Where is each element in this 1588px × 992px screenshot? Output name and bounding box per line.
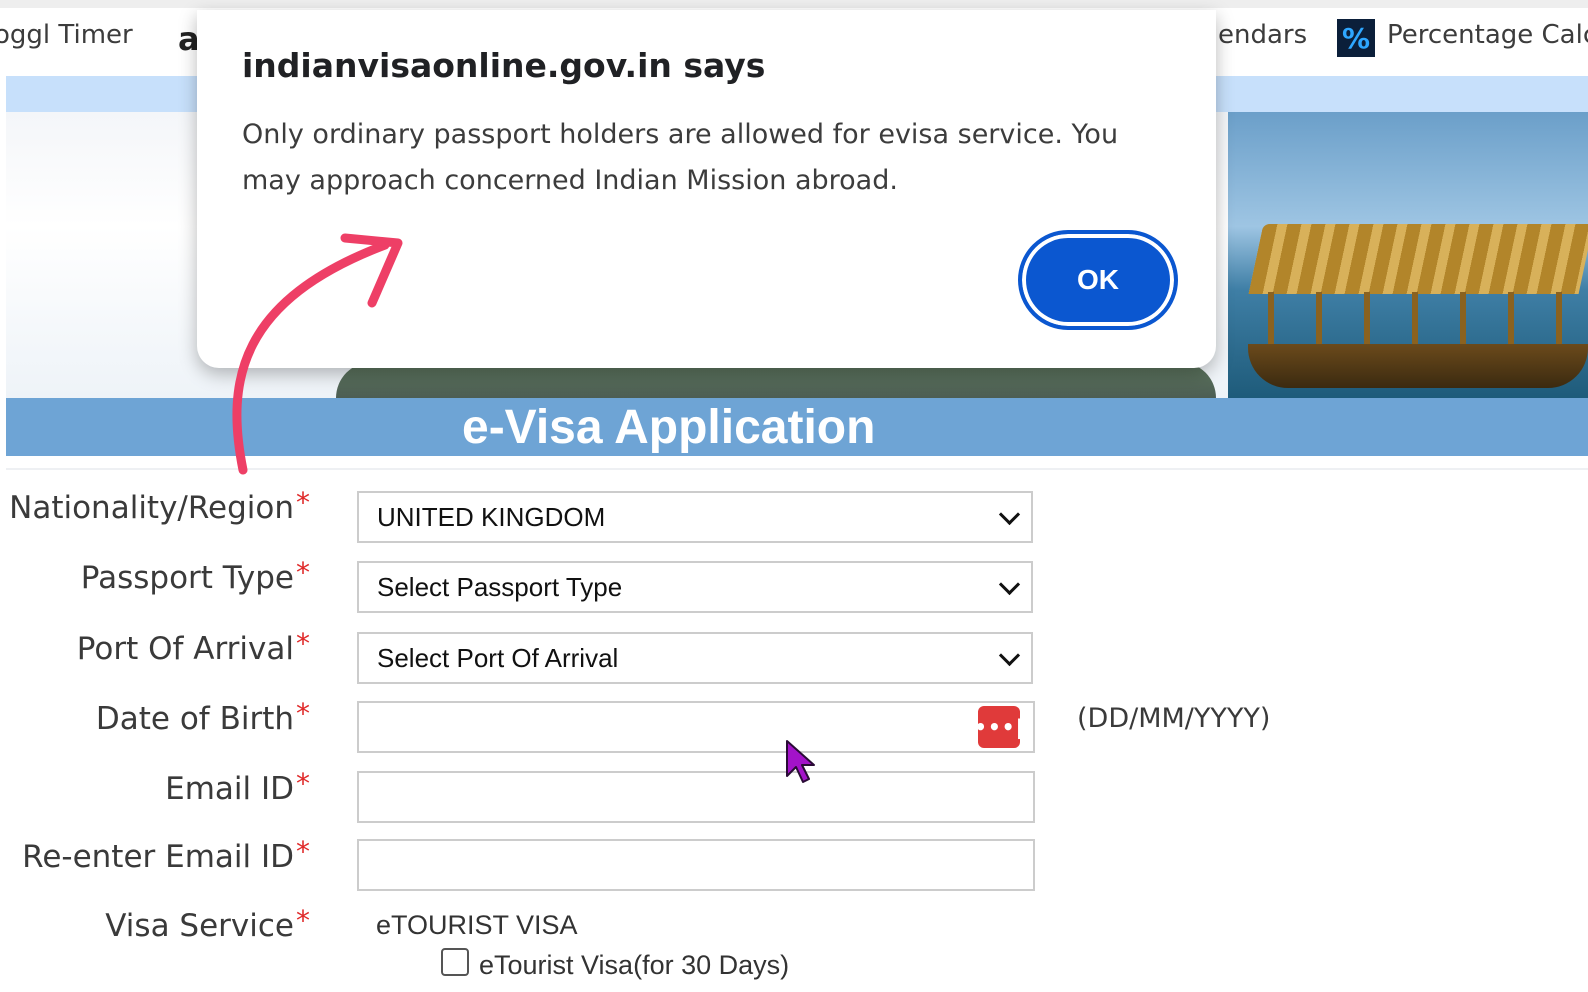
annotation-arrow-icon bbox=[232, 233, 403, 475]
mouse-cursor-icon bbox=[786, 740, 815, 783]
